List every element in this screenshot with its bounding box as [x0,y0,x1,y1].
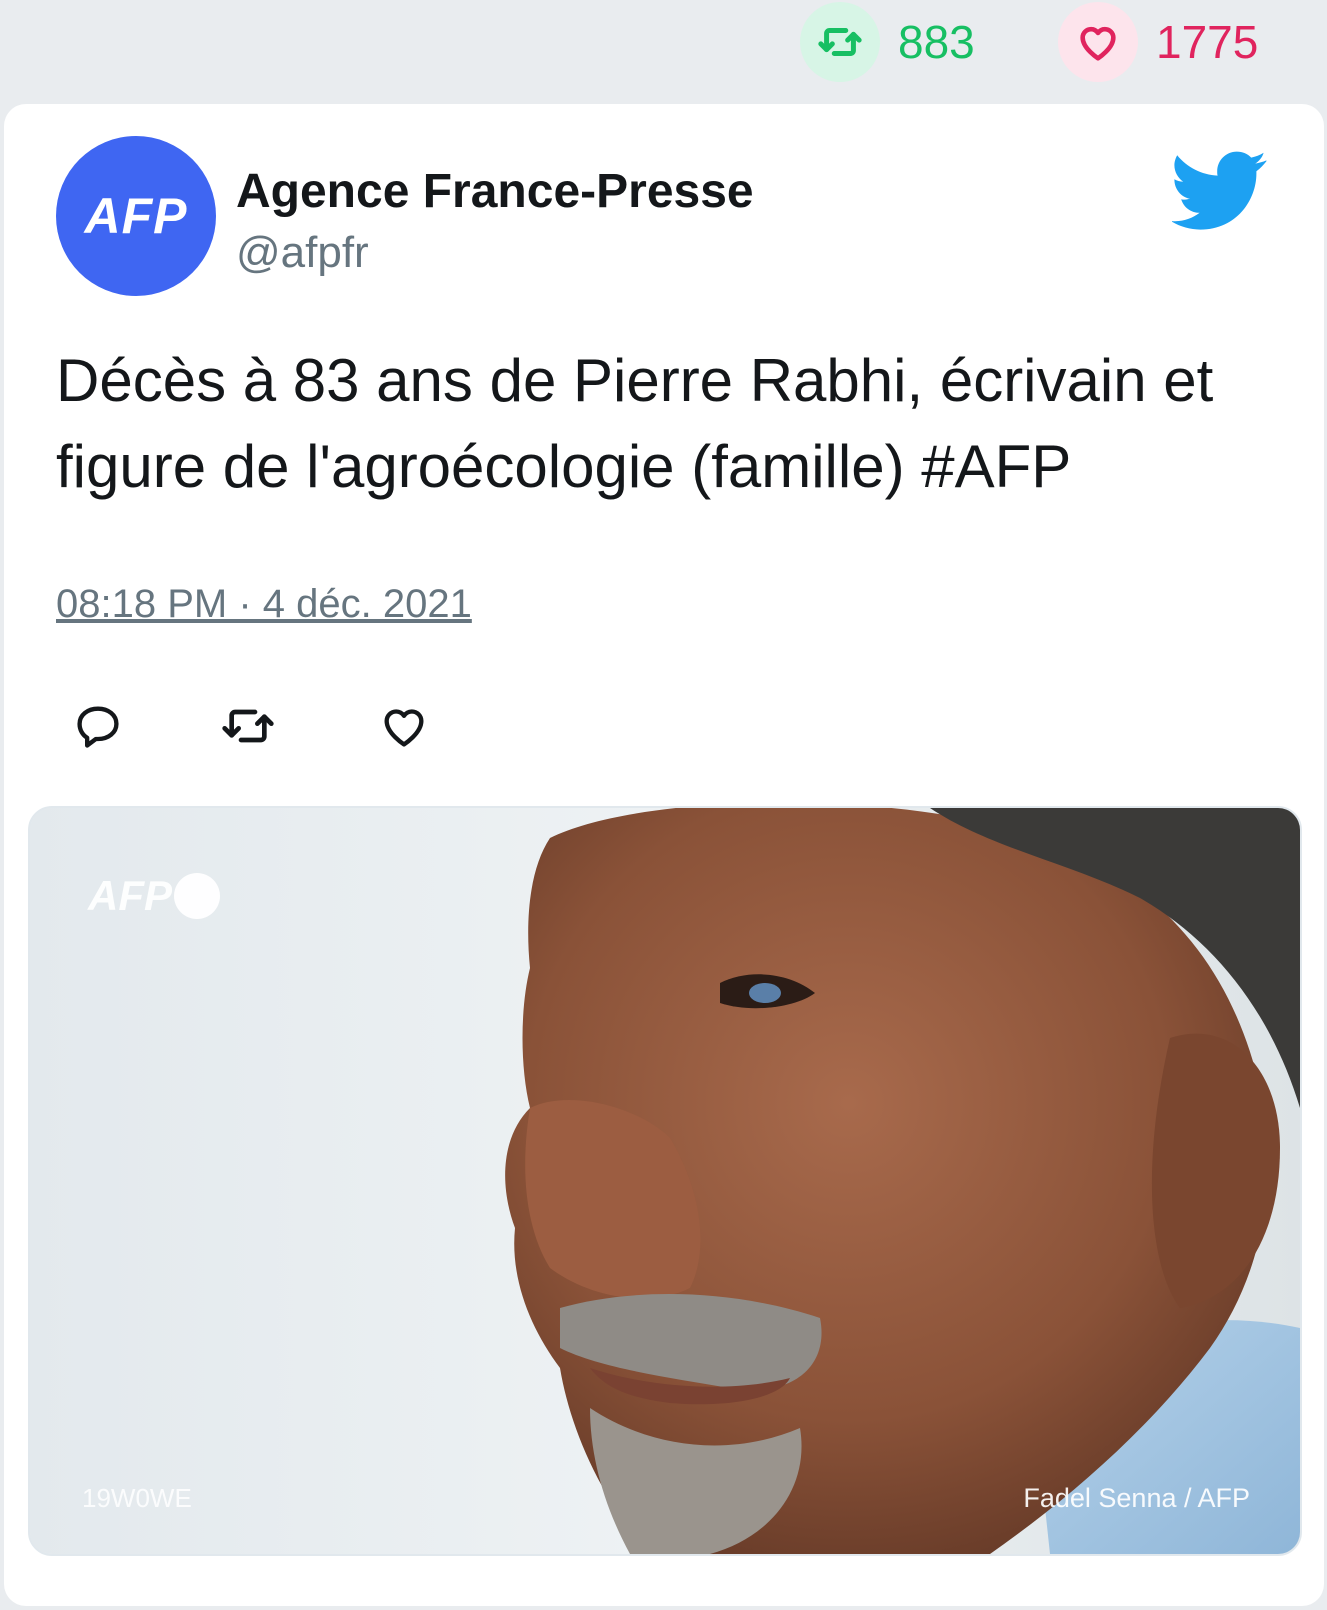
heart-icon [378,700,430,757]
watermark-dot [174,873,220,919]
photo-credit: Fadel Senna / AFP [1023,1483,1250,1513]
like-count: 1775 [1156,16,1259,68]
like-button[interactable] [376,700,432,756]
reply-button[interactable] [70,700,126,756]
tweet-text: Décès à 83 ans de Pierre Rabhi, écrivain… [56,347,1214,500]
watermark-text: AFP [88,872,172,919]
avatar[interactable]: AFP [56,136,216,296]
author-handle[interactable]: @afpfr [236,228,369,278]
retweet-button[interactable] [220,700,276,756]
avatar-label: AFP [84,188,188,244]
photo-code: 19W0WE [82,1483,192,1513]
author-name[interactable]: Agence France-Presse [236,164,754,219]
heart-icon [1058,2,1138,82]
engagement-stats-bar: 883 1775 [0,0,1327,86]
twitter-bird-icon[interactable] [1170,142,1268,238]
retweet-icon [800,2,880,82]
like-stat: 1775 [1058,2,1258,82]
tweet-photo[interactable]: AFP 19W0WE Fadel Senna / AFP [28,806,1302,1556]
retweet-icon [220,698,276,759]
retweet-stat: 883 [800,2,975,82]
portrait-photo [30,808,1300,1554]
tweet-timestamp[interactable]: 08:18 PM · 4 déc. 2021 [56,582,472,627]
afp-watermark: AFP [88,872,220,920]
retweet-count: 883 [898,16,975,68]
reply-icon [72,700,124,757]
